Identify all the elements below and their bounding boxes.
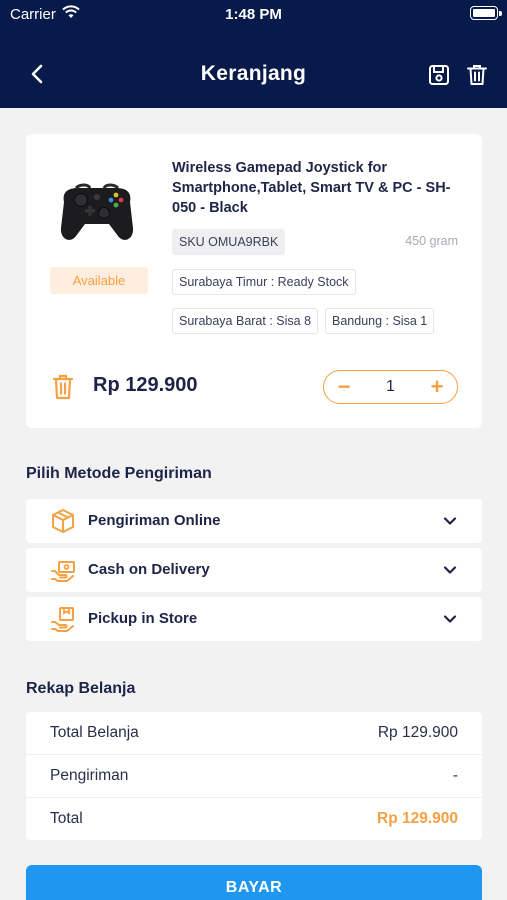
chevron-down-icon — [442, 611, 458, 627]
pay-button[interactable]: BAYAR — [26, 865, 482, 900]
cart-item-card: Available Wireless Gamepad Joystick for … — [26, 134, 482, 428]
app-header: Carrier 1:48 PM Keranjang — [0, 0, 507, 108]
summary-value: Rp 129.900 — [377, 724, 458, 741]
summary-value: - — [452, 767, 458, 784]
stock-chip: Bandung : Sisa 1 — [325, 308, 435, 334]
summary-label: Total Belanja — [50, 724, 139, 741]
chevron-down-icon — [442, 562, 458, 578]
order-summary: Total Belanja Rp 129.900 Pengiriman - To… — [26, 712, 482, 840]
summary-label: Total — [50, 810, 83, 827]
shipping-option-label: Pickup in Store — [88, 610, 198, 627]
availability-badge: Available — [50, 267, 148, 294]
shipping-option-online[interactable]: Pengiriman Online — [26, 499, 482, 543]
chevron-down-icon — [442, 513, 458, 529]
quantity-value[interactable]: 1 — [360, 371, 421, 402]
summary-row-subtotal: Total Belanja Rp 129.900 — [26, 712, 482, 755]
status-time: 1:48 PM — [225, 6, 282, 23]
status-bar: Carrier 1:48 PM — [0, 0, 507, 28]
item-price: Rp 129.900 — [93, 374, 198, 396]
product-name: Wireless Gamepad Joystick for Smartphone… — [172, 160, 451, 216]
cash-hand-icon — [50, 557, 76, 583]
shipping-option-cod[interactable]: Cash on Delivery — [26, 548, 482, 592]
shipping-option-label: Cash on Delivery — [88, 561, 210, 578]
summary-total-value: Rp 129.900 — [377, 810, 458, 827]
delete-all-button[interactable] — [465, 63, 489, 87]
decrease-quantity-button[interactable]: − — [326, 371, 362, 402]
quantity-stepper: − 1 + — [323, 370, 458, 404]
trash-icon — [467, 65, 487, 85]
remove-item-button[interactable] — [52, 374, 74, 400]
summary-row-shipping: Pengiriman - — [26, 755, 482, 798]
stock-chip: Surabaya Barat : Sisa 8 — [172, 308, 319, 334]
shipping-option-label: Pengiriman Online — [88, 512, 221, 529]
battery-icon — [470, 6, 502, 20]
store-pickup-icon — [50, 606, 76, 632]
summary-row-total: Total Rp 129.900 — [26, 798, 482, 841]
save-icon — [429, 65, 449, 85]
product-weight: 450 gram — [405, 234, 458, 248]
shipping-option-pickup[interactable]: Pickup in Store — [26, 597, 482, 641]
increase-quantity-button[interactable]: + — [419, 371, 455, 402]
summary-section-title: Rekap Belanja — [26, 680, 136, 697]
stock-chip: Surabaya Timur : Ready Stock — [172, 269, 356, 295]
package-icon — [50, 508, 76, 534]
save-button[interactable] — [427, 63, 451, 87]
trash-icon — [52, 374, 74, 400]
sku-chip: SKU OMUA9RBK — [172, 229, 286, 255]
summary-label: Pengiriman — [50, 767, 129, 784]
shipping-section-title: Pilih Metode Pengiriman — [26, 465, 212, 482]
product-image — [54, 162, 140, 248]
